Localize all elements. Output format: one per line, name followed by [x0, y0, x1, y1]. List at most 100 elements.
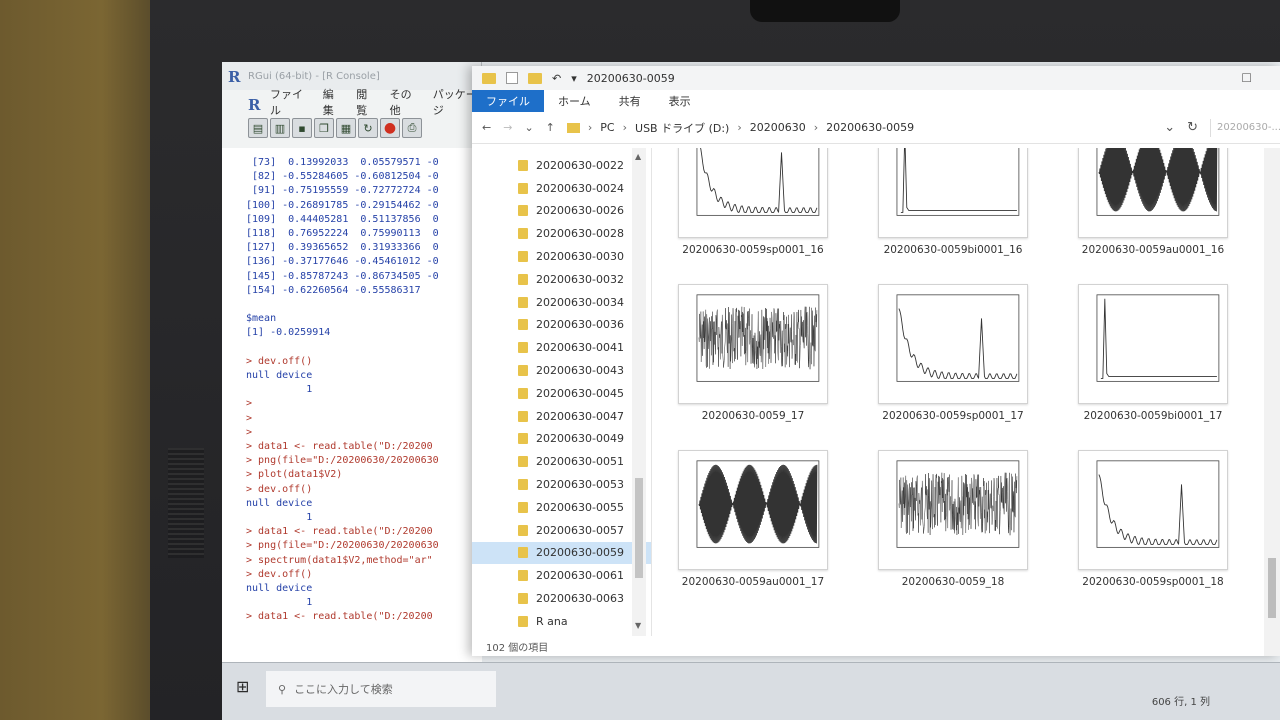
folder-icon [518, 479, 528, 491]
back-icon[interactable]: ← [482, 121, 491, 134]
scroll-down-icon[interactable]: ▼ [635, 621, 641, 630]
console-line: [91] -0.75195559 -0.72772724 -0 [246, 185, 439, 197]
r-console-output[interactable]: [73] 0.13992033 0.05579571 -0 [82] -0.55… [222, 148, 482, 662]
stop-icon[interactable]: ● [380, 118, 400, 138]
folder-label: 20200630-0041 [536, 341, 624, 355]
nav-scroll-thumb[interactable] [635, 478, 643, 578]
content-scrollbar[interactable] [1264, 148, 1280, 656]
plot-series-line [1100, 298, 1217, 379]
sidebar-item-folder[interactable]: 20200630-0061 [472, 564, 651, 587]
thumbnail-image [1078, 284, 1228, 404]
paste-icon[interactable]: ▦ [336, 118, 356, 138]
tab-file[interactable]: ファイル [472, 90, 544, 112]
r-menu-view[interactable]: 閲覧 [356, 86, 375, 118]
file-thumbnail[interactable]: 20200630-0059_17 [658, 284, 848, 446]
file-thumbnail[interactable]: 20200630-0059_18 [858, 450, 1048, 612]
console-line: > spectrum(data1$V2,method="ar" [246, 554, 433, 566]
file-explorer-window[interactable]: ↶ ▾ 20200630-0059 ☐ ファイル ホーム 共有 表示 ← → ⌄… [472, 66, 1280, 656]
file-thumbnail[interactable]: 20200630-0059sp0001_17 [858, 284, 1048, 446]
file-thumbnail[interactable]: 20200630-0059sp0001_18 [1058, 450, 1248, 612]
save-icon[interactable]: ▪ [292, 118, 312, 138]
sidebar-item-folder[interactable]: 20200630-0024 [472, 177, 651, 200]
tab-view[interactable]: 表示 [655, 90, 705, 112]
sidebar-item-folder[interactable]: 20200630-0041 [472, 336, 651, 359]
refresh-icon[interactable]: ↻ [1187, 120, 1198, 135]
folder-label: 20200630-0049 [536, 432, 624, 446]
sidebar-item-folder[interactable]: 20200630-0032 [472, 268, 651, 291]
sidebar-item-folder[interactable]: 20200630-0049 [472, 428, 651, 451]
file-thumbnail[interactable]: 20200630-0059au0001_17 [658, 450, 848, 612]
sidebar-item-folder[interactable]: 20200630-0028 [472, 222, 651, 245]
content-scroll-thumb[interactable] [1268, 558, 1276, 618]
r-console-window[interactable]: R RGui (64-bit) - [R Console] R ファイル 編集 … [222, 62, 482, 662]
folder-label: 20200630-0045 [536, 386, 624, 400]
thumbnail-filename: 20200630-0059bi0001_17 [1083, 410, 1223, 422]
folder-icon [518, 387, 528, 399]
folder-label: 20200630-0043 [536, 364, 624, 378]
properties-icon[interactable] [506, 72, 518, 84]
address-bar[interactable]: › PC › USB ドライブ (D:) › 20200630 › 202006… [566, 120, 914, 136]
webcam [750, 0, 900, 22]
r-menu-misc[interactable]: その他 [390, 86, 419, 118]
console-line: [136] -0.37177646 -0.45461012 -0 [246, 256, 439, 268]
windows-start-icon[interactable]: ⊞ [236, 677, 249, 696]
file-thumbnail[interactable]: 20200630-0059au0001_16 [1058, 148, 1248, 280]
sidebar-item-folder[interactable]: 20200630-0030 [472, 245, 651, 268]
file-thumbnail[interactable]: 20200630-0059sp0001_16 [658, 148, 848, 280]
recent-dropdown-icon[interactable]: ⌄ [524, 121, 533, 134]
nav-scrollbar[interactable]: ▲ ▼ [632, 148, 646, 636]
file-thumbnail[interactable]: 20200630-0059bi0001_17 [1058, 284, 1248, 446]
thumbnail-filename: 20200630-0059sp0001_18 [1082, 576, 1224, 588]
sidebar-item-folder[interactable]: 20200630-0053 [472, 473, 651, 496]
print-icon[interactable]: ⎙ [402, 118, 422, 138]
breadcrumb-current[interactable]: 20200630-0059 [826, 121, 914, 134]
folder-label: 20200630-0028 [536, 227, 624, 241]
sidebar-item-folder[interactable]: R ana [472, 610, 651, 633]
console-line: 1 [246, 597, 313, 609]
sidebar-item-folder[interactable]: 20200630-0026 [472, 200, 651, 223]
copy-icon[interactable]: ❐ [314, 118, 334, 138]
breadcrumb-pc[interactable]: PC [600, 121, 614, 134]
tab-home[interactable]: ホーム [544, 90, 605, 112]
sidebar-item-folder[interactable]: 20200630-0051 [472, 450, 651, 473]
qa-dropdown-icon[interactable]: ▾ [571, 72, 577, 85]
scroll-up-icon[interactable]: ▲ [635, 152, 641, 161]
sidebar-item-folder[interactable]: 20200630-0034 [472, 291, 651, 314]
maximize-icon[interactable]: ☐ [1241, 71, 1252, 85]
folder-label: 20200630-0055 [536, 500, 624, 514]
taskbar-search[interactable]: ⚲ ここに入力して検索 [266, 671, 496, 707]
sidebar-item-folder[interactable]: 20200630-0055 [472, 496, 651, 519]
folder-label: 20200630-0024 [536, 181, 624, 195]
load-workspace-icon[interactable]: ▥ [270, 118, 290, 138]
sidebar-item-folder[interactable]: 20200630-0036 [472, 314, 651, 337]
r-menu-edit[interactable]: 編集 [323, 86, 342, 118]
console-line: [100] -0.26891785 -0.29154462 -0 [246, 199, 439, 211]
r-menu-file[interactable]: ファイル [270, 86, 309, 118]
address-folder-icon [566, 122, 580, 133]
sidebar-item-folder[interactable]: 20200630-0059 [472, 541, 651, 565]
sidebar-item-folder[interactable]: 20200630-0043 [472, 359, 651, 382]
open-script-icon[interactable]: ▤ [248, 118, 268, 138]
plot-series-line [900, 148, 1017, 213]
search-input[interactable]: 20200630-... [1210, 118, 1280, 137]
sidebar-item-folder[interactable]: 20200630-0045 [472, 382, 651, 405]
folder-label: 20200630-0061 [536, 569, 624, 583]
file-thumbnail[interactable]: 20200630-0059bi0001_16 [858, 148, 1048, 280]
thumbnail-image [1078, 148, 1228, 238]
copy-paste-icon[interactable]: ↻ [358, 118, 378, 138]
forward-icon[interactable]: → [503, 121, 512, 134]
sidebar-item-folder[interactable]: 20200630-0057 [472, 519, 651, 542]
console-line: [145] -0.85787243 -0.86734505 -0 [246, 270, 439, 282]
background-wall [0, 0, 170, 720]
address-dropdown-icon[interactable]: ⌄ [1164, 120, 1175, 135]
up-icon[interactable]: ↑ [546, 121, 555, 134]
new-folder-icon[interactable] [528, 72, 542, 84]
tab-share[interactable]: 共有 [605, 90, 655, 112]
sidebar-item-folder[interactable]: 20200630-0022 [472, 154, 651, 177]
sidebar-item-folder[interactable]: 20200630-0047 [472, 405, 651, 428]
breadcrumb-20200630[interactable]: 20200630 [750, 121, 806, 134]
sidebar-item-folder[interactable]: 20200630-0063 [472, 587, 651, 610]
undo-icon[interactable]: ↶ [552, 72, 561, 85]
breadcrumb-usb[interactable]: USB ドライブ (D:) [635, 120, 729, 136]
